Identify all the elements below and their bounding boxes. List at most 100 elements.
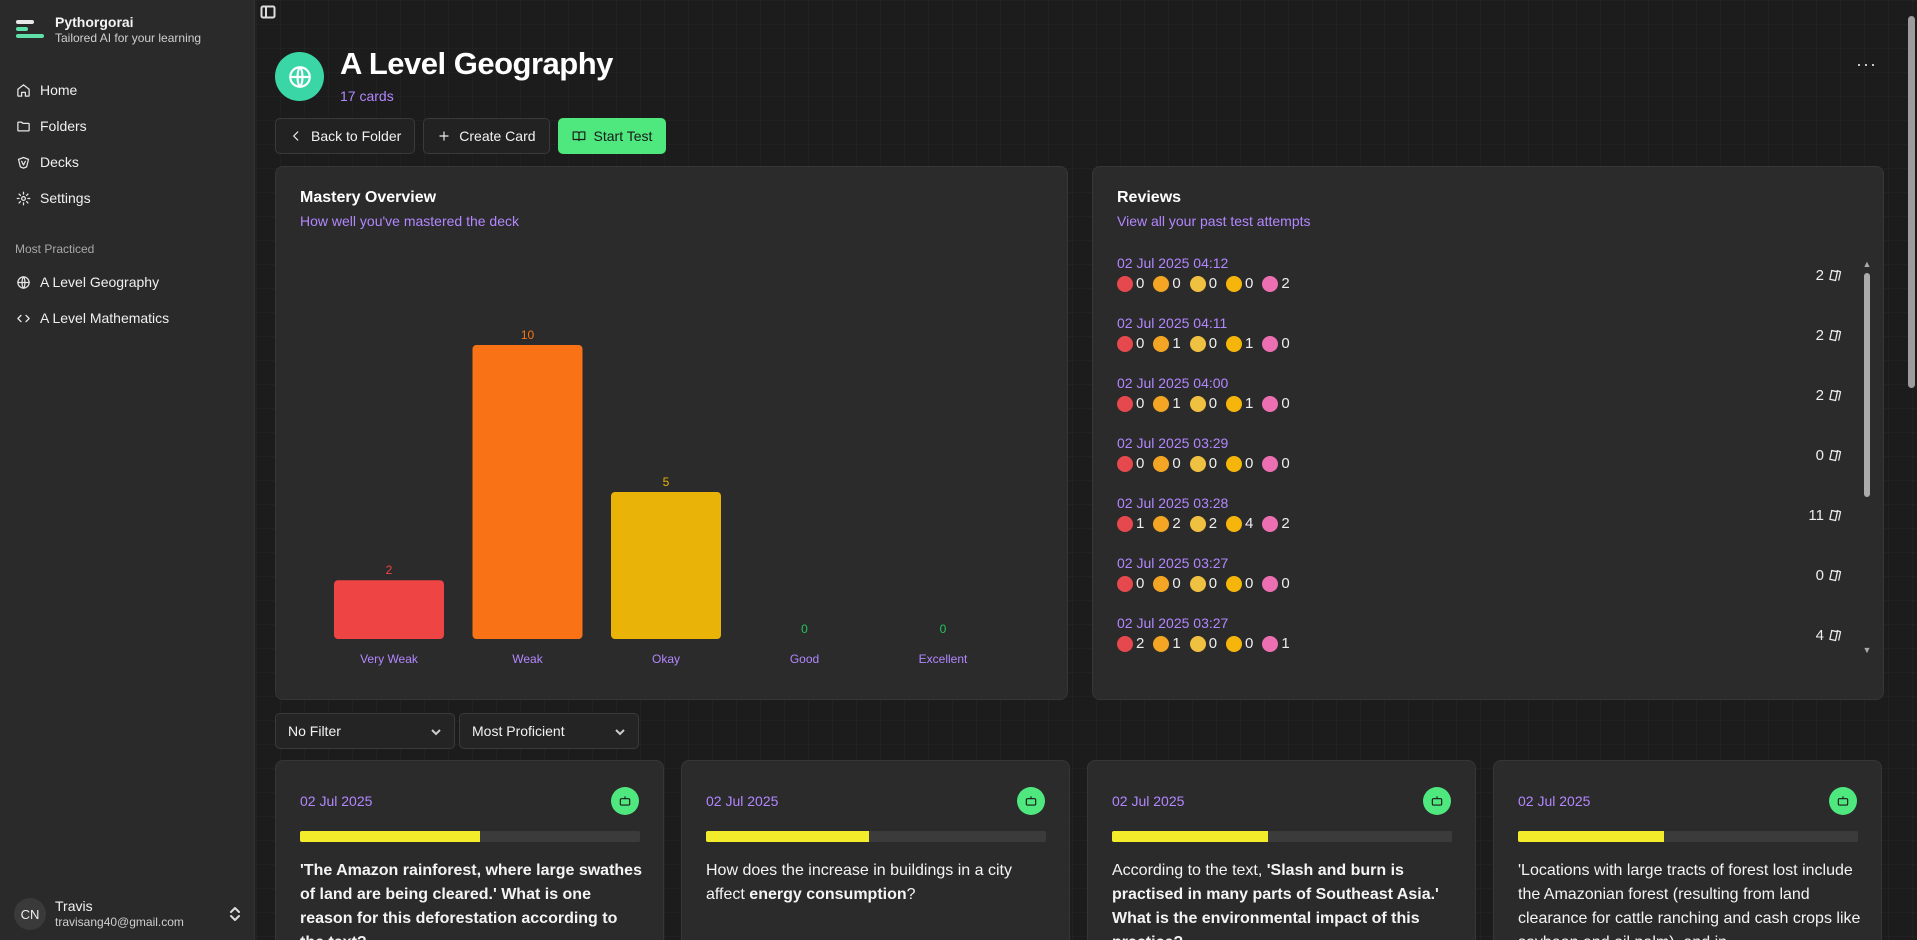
bar-value-label: 2	[386, 563, 393, 577]
folder-icon	[17, 121, 30, 131]
mastery-progress-bar	[300, 831, 640, 842]
score-count: 1	[1172, 335, 1181, 352]
ai-bot-icon[interactable]	[1423, 787, 1451, 815]
review-row[interactable]: 02 Jul 2025 04:00 0 1 0 1 0 2	[1117, 375, 1857, 435]
good-emoji-icon	[1226, 395, 1243, 412]
weak-emoji-icon	[1153, 335, 1170, 352]
very-weak-emoji-icon	[1117, 515, 1133, 532]
scroll-up-icon[interactable]: ▲	[1862, 259, 1872, 269]
review-row[interactable]: 02 Jul 2025 04:11 0 1 0 1 0 2	[1117, 315, 1857, 375]
okay-emoji-icon	[1189, 515, 1206, 532]
bar-value-label: 10	[521, 328, 535, 342]
review-total: 0	[1815, 447, 1824, 464]
score-count: 2	[1136, 635, 1145, 652]
scroll-down-icon[interactable]: ▼	[1862, 645, 1872, 655]
flashcard-question: How does the increase in buildings in a …	[706, 859, 1051, 907]
score-item: 2	[1189, 515, 1217, 532]
sidebar-item-mathematics[interactable]: A Level Mathematics	[0, 300, 255, 336]
review-date: 02 Jul 2025 04:00	[1117, 375, 1229, 391]
question-text: ?	[906, 886, 916, 903]
mastery-progress-bar	[1112, 831, 1452, 842]
review-scores: 0 1 0 1 0	[1117, 335, 1290, 352]
chevron-left-icon	[293, 131, 299, 141]
review-card-total: 2	[1816, 267, 1843, 284]
score-count: 0	[1281, 335, 1290, 352]
okay-emoji-icon	[1189, 335, 1206, 352]
nav-item-decks[interactable]: Decks	[0, 144, 255, 180]
create-card-button[interactable]: Create Card	[423, 118, 550, 154]
page-scroll-thumb[interactable]	[1908, 16, 1915, 388]
ai-bot-icon[interactable]	[611, 787, 639, 815]
ai-bot-icon[interactable]	[1829, 787, 1857, 815]
nav-item-home[interactable]: Home	[0, 72, 255, 108]
score-count: 0	[1245, 275, 1254, 292]
flashcard[interactable]: 02 Jul 2025 According to the text, 'Slash…	[1087, 760, 1476, 940]
very-weak-emoji-icon	[1117, 275, 1133, 292]
flashcard[interactable]: 02 Jul 2025 'The Amazon rainforest, where…	[275, 760, 664, 940]
weak-emoji-icon	[1153, 635, 1170, 652]
bar-weak[interactable]	[472, 345, 583, 639]
score-item: 0	[1153, 275, 1181, 292]
bar-okay[interactable]	[611, 492, 721, 639]
okay-emoji-icon	[1189, 635, 1206, 652]
avatar: CN	[14, 898, 46, 930]
score-item: 2	[1262, 275, 1290, 292]
score-item: 0	[1189, 575, 1217, 592]
create-label: Create Card	[459, 128, 536, 144]
most-practiced-label: Most Practiced	[15, 242, 95, 256]
score-count: 0	[1245, 635, 1254, 652]
reviews-list[interactable]: 02 Jul 2025 04:12 0 0 0 0 2 2 02 Jul 2025 04:11…	[1117, 255, 1857, 655]
nav-label: Home	[40, 82, 78, 98]
score-item: 2	[1262, 515, 1290, 532]
ai-bot-icon[interactable]	[1017, 787, 1045, 815]
filter-select[interactable]: No Filter	[275, 713, 455, 749]
sidebar: Pythorgorai Tailored AI for your learnin…	[0, 0, 255, 940]
review-row[interactable]: 02 Jul 2025 03:27 0 0 0 0 0 0	[1117, 555, 1857, 615]
start-test-button[interactable]: Start Test	[557, 118, 667, 154]
mastery-progress-fill	[1518, 831, 1665, 842]
review-row[interactable]: 02 Jul 2025 03:27 2 1 0 0 1 4	[1117, 615, 1857, 655]
review-scores: 0 0 0 0 0	[1117, 455, 1290, 472]
cards-icon	[1829, 569, 1842, 582]
start-label: Start Test	[593, 128, 653, 144]
nav-label: Folders	[40, 118, 87, 134]
more-options-icon[interactable]: ···	[1856, 54, 1877, 75]
review-total: 2	[1815, 327, 1824, 344]
flashcard[interactable]: 02 Jul 2025 How does the increase in buil…	[681, 760, 1070, 940]
review-row[interactable]: 02 Jul 2025 03:29 0 0 0 0 0 0	[1117, 435, 1857, 495]
cards-icon	[1829, 629, 1842, 642]
review-row[interactable]: 02 Jul 2025 04:12 0 0 0 0 2 2	[1117, 255, 1857, 315]
review-total: 2	[1815, 267, 1824, 284]
score-item: 0	[1189, 635, 1217, 652]
bar-very-weak[interactable]	[334, 580, 444, 639]
score-item: 0	[1117, 395, 1144, 412]
weak-emoji-icon	[1153, 455, 1170, 472]
brand[interactable]: Pythorgorai Tailored AI for your learnin…	[14, 14, 201, 46]
chevrons-up-down-icon[interactable]	[228, 905, 242, 923]
score-item: 1	[1153, 635, 1181, 652]
back-to-folder-button[interactable]: Back to Folder	[275, 118, 416, 154]
review-total: 4	[1815, 627, 1824, 644]
nav-item-settings[interactable]: Settings	[0, 180, 255, 216]
sort-select[interactable]: Most Proficient	[459, 713, 639, 749]
score-count: 0	[1172, 455, 1181, 472]
good-emoji-icon	[1226, 635, 1243, 652]
globe-icon	[17, 275, 30, 289]
review-row[interactable]: 02 Jul 2025 03:28 1 2 2 4 2 11	[1117, 495, 1857, 555]
score-item: 0	[1262, 455, 1290, 472]
flashcard[interactable]: 02 Jul 2025 'Locations with large tracts …	[1493, 760, 1882, 940]
chevron-down-icon	[431, 729, 441, 736]
reviews-subtitle: View all your past test attempts	[1117, 213, 1311, 229]
sidebar-toggle-icon[interactable]	[260, 4, 276, 20]
page-scrollbar[interactable]	[1906, 0, 1917, 940]
brand-tagline: Tailored AI for your learning	[55, 31, 202, 45]
most-practiced-list: A Level Geography A Level Mathematics	[0, 264, 255, 336]
nav-item-folders[interactable]: Folders	[0, 108, 255, 144]
reviews-scrollbar[interactable]: ▲ ▼	[1862, 259, 1872, 655]
score-item: 0	[1117, 575, 1144, 592]
scroll-thumb[interactable]	[1864, 273, 1870, 497]
review-card-total: 0	[1816, 567, 1843, 584]
score-item: 0	[1153, 575, 1181, 592]
user-menu[interactable]: CN Travis travisang40@gmail.com	[14, 898, 242, 930]
sidebar-item-geography[interactable]: A Level Geography	[0, 264, 255, 300]
